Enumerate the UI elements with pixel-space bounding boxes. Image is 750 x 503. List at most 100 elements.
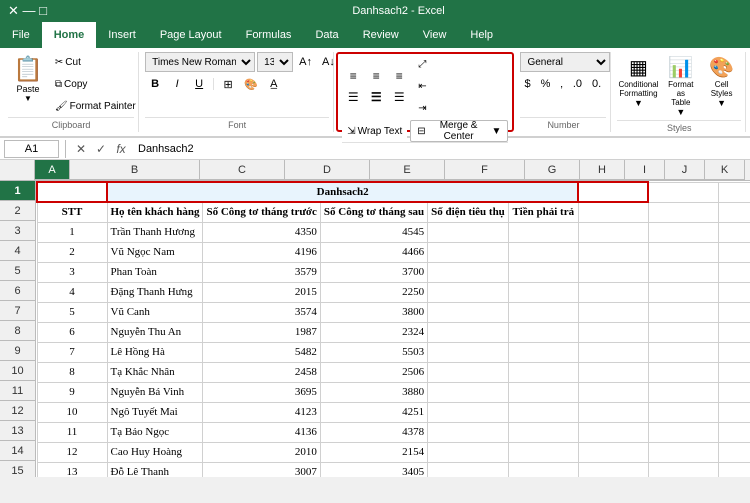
align-top-center-button[interactable]: ≡	[365, 66, 387, 86]
cell-g4[interactable]	[578, 242, 648, 262]
cell-d13[interactable]: 4378	[320, 422, 427, 442]
cell-a1[interactable]	[37, 182, 107, 202]
cell-b14[interactable]: Cao Huy Hoàng	[107, 442, 203, 462]
cell-i9[interactable]	[718, 342, 750, 362]
cell-a7[interactable]: 5	[37, 302, 107, 322]
cell-e5[interactable]	[428, 262, 509, 282]
cell-f14[interactable]	[508, 442, 578, 462]
cell-d3[interactable]: 4545	[320, 222, 427, 242]
cell-h15[interactable]	[648, 462, 718, 477]
cell-styles-dropdown[interactable]: ▼	[717, 98, 726, 108]
row-num-13[interactable]: 13	[0, 421, 35, 441]
col-header-a[interactable]: A	[35, 160, 70, 180]
cell-i15[interactable]	[718, 462, 750, 477]
formula-input[interactable]	[134, 143, 746, 155]
cut-button[interactable]: ✂ Cut	[50, 52, 141, 72]
cell-a10[interactable]: 8	[37, 362, 107, 382]
cell-i3[interactable]	[718, 222, 750, 242]
cell-f6[interactable]	[508, 282, 578, 302]
cell-d5[interactable]: 3700	[320, 262, 427, 282]
cell-h11[interactable]	[648, 382, 718, 402]
cell-e9[interactable]	[428, 342, 509, 362]
cell-c2[interactable]: Số Công tơ tháng trước	[203, 202, 320, 222]
cell-h6[interactable]	[648, 282, 718, 302]
confirm-formula-icon[interactable]: ✓	[92, 140, 110, 158]
tab-formulas[interactable]: Formulas	[234, 22, 304, 48]
tab-page-layout[interactable]: Page Layout	[148, 22, 234, 48]
cell-d7[interactable]: 3800	[320, 302, 427, 322]
tab-file[interactable]: File	[0, 22, 42, 48]
cell-b5[interactable]: Phan Toàn	[107, 262, 203, 282]
row-num-9[interactable]: 9	[0, 341, 35, 361]
insert-function-icon[interactable]: fx	[112, 140, 130, 158]
row-num-10[interactable]: 10	[0, 361, 35, 381]
cell-f10[interactable]	[508, 362, 578, 382]
cell-d12[interactable]: 4251	[320, 402, 427, 422]
cell-a5[interactable]: 3	[37, 262, 107, 282]
cell-d9[interactable]: 5503	[320, 342, 427, 362]
cell-i14[interactable]	[718, 442, 750, 462]
row-num-14[interactable]: 14	[0, 441, 35, 461]
increase-font-button[interactable]: A↑	[295, 52, 316, 72]
cell-g14[interactable]	[578, 442, 648, 462]
cell-f15[interactable]	[508, 462, 578, 477]
cell-b9[interactable]: Lê Hồng Hà	[107, 342, 203, 362]
row-num-11[interactable]: 11	[0, 381, 35, 401]
cell-d15[interactable]: 3405	[320, 462, 427, 477]
fill-color-button[interactable]: 🎨	[240, 74, 262, 94]
cell-g2[interactable]	[578, 202, 648, 222]
row-num-1[interactable]: 1	[0, 181, 35, 201]
cell-a3[interactable]: 1	[37, 222, 107, 242]
cell-e6[interactable]	[428, 282, 509, 302]
cell-i4[interactable]	[718, 242, 750, 262]
cell-e11[interactable]	[428, 382, 509, 402]
cell-b3[interactable]: Trần Thanh Hương	[107, 222, 203, 242]
conditional-formatting-button[interactable]: ▦ ConditionalFormatting ▼	[617, 52, 659, 111]
cell-a14[interactable]: 12	[37, 442, 107, 462]
cell-f4[interactable]	[508, 242, 578, 262]
font-family-select[interactable]: Times New Roman	[145, 52, 255, 72]
cell-b1-merged[interactable]: Danhsach2	[107, 182, 578, 202]
cell-h8[interactable]	[648, 322, 718, 342]
cell-d8[interactable]: 2324	[320, 322, 427, 342]
row-num-3[interactable]: 3	[0, 221, 35, 241]
font-size-select[interactable]: 13	[257, 52, 293, 72]
cell-c15[interactable]: 3007	[203, 462, 320, 477]
cell-f11[interactable]	[508, 382, 578, 402]
row-num-8[interactable]: 8	[0, 321, 35, 341]
col-header-f[interactable]: F	[445, 160, 525, 180]
align-bottom-left-button[interactable]: ☰	[342, 87, 364, 107]
cell-styles-button[interactable]: 🎨 CellStyles ▼	[702, 52, 741, 111]
format-as-table-button[interactable]: 📊 Format asTable ▼	[661, 52, 700, 120]
cell-h9[interactable]	[648, 342, 718, 362]
tab-data[interactable]: Data	[303, 22, 350, 48]
font-color-button[interactable]: A̲	[264, 74, 284, 94]
bold-button[interactable]: B	[145, 74, 165, 94]
cell-a8[interactable]: 6	[37, 322, 107, 342]
col-header-e[interactable]: E	[370, 160, 445, 180]
col-header-b[interactable]: B	[70, 160, 200, 180]
cell-a15[interactable]: 13	[37, 462, 107, 477]
cell-e15[interactable]	[428, 462, 509, 477]
italic-button[interactable]: I	[167, 74, 187, 94]
cell-e14[interactable]	[428, 442, 509, 462]
cell-g1[interactable]	[578, 182, 648, 202]
cell-f9[interactable]	[508, 342, 578, 362]
conditional-dropdown[interactable]: ▼	[634, 98, 643, 108]
cell-e13[interactable]	[428, 422, 509, 442]
cell-a13[interactable]: 11	[37, 422, 107, 442]
cell-f8[interactable]	[508, 322, 578, 342]
row-num-7[interactable]: 7	[0, 301, 35, 321]
cell-i10[interactable]	[718, 362, 750, 382]
col-header-i[interactable]: I	[625, 160, 665, 180]
row-num-5[interactable]: 5	[0, 261, 35, 281]
cell-c6[interactable]: 2015	[203, 282, 320, 302]
cell-a2[interactable]: STT	[37, 202, 107, 222]
tab-review[interactable]: Review	[351, 22, 411, 48]
cell-b7[interactable]: Vũ Canh	[107, 302, 203, 322]
cell-h13[interactable]	[648, 422, 718, 442]
underline-button[interactable]: U	[189, 74, 209, 94]
cell-c13[interactable]: 4136	[203, 422, 320, 442]
border-button[interactable]: ⊞	[218, 74, 238, 94]
cell-g13[interactable]	[578, 422, 648, 442]
